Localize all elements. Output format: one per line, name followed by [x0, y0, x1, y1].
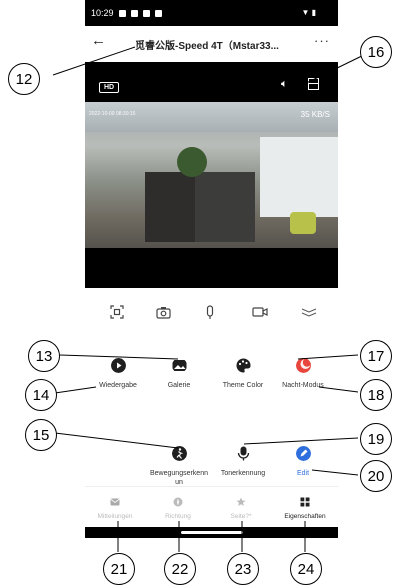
callout-21: 21 — [103, 553, 135, 585]
callout-18: 18 — [360, 379, 392, 411]
callout-22: 22 — [164, 553, 196, 585]
callout-24: 24 — [290, 553, 322, 585]
callout-14: 14 — [25, 379, 57, 411]
callout-16: 16 — [360, 36, 392, 68]
callout-15: 15 — [25, 419, 57, 451]
callout-19: 19 — [360, 423, 392, 455]
callout-23: 23 — [227, 553, 259, 585]
callout-13: 13 — [28, 340, 60, 372]
callout-20: 20 — [360, 460, 392, 492]
callout-12: 12 — [8, 63, 40, 95]
callout-17: 17 — [360, 340, 392, 372]
callout-lines — [52, 46, 371, 552]
